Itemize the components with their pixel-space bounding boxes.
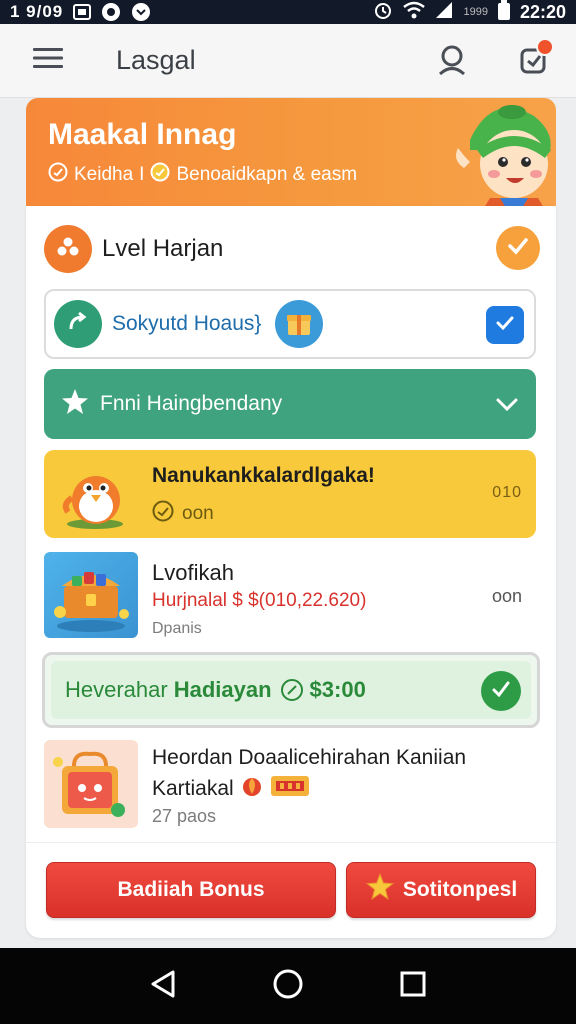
green-reward-text: Heverahar <box>65 677 168 702</box>
record-icon <box>101 2 121 22</box>
hero-subtitle: Keidha I Benoaidkapn & easm <box>48 162 357 188</box>
home-button[interactable] <box>258 956 318 1016</box>
status-bar: 1 9/09 1999 22:20 <box>0 0 576 24</box>
battery-label: 1999 <box>463 6 488 18</box>
treasure-chest-icon <box>44 552 138 638</box>
ticket-icon <box>270 774 310 804</box>
status-time-left: 1 9/09 <box>10 2 64 21</box>
level-badge <box>44 225 92 273</box>
hero-title: Maakal Innag <box>48 118 237 151</box>
sokyutd-checkbox[interactable] <box>486 306 524 344</box>
yellow-promo-sub-text: oon <box>182 503 214 524</box>
hero-sub-right: Benoaidkapn & easm <box>176 164 358 185</box>
arrow-swirl-icon <box>65 309 91 340</box>
fire-icon <box>240 774 264 804</box>
yellow-promo-sub: oon <box>152 500 214 528</box>
hen-item-title-line2: Kartiakal <box>152 774 310 804</box>
soti-button[interactable]: Sotitonpesl <box>346 862 536 918</box>
hero-sub-left: Keidha <box>74 164 134 185</box>
lvo-item-meta: Dpanis <box>152 620 202 637</box>
lvo-item-price: Hurjnalal $ $(010,22.620) <box>152 590 367 611</box>
star-icon <box>365 872 395 908</box>
divider <box>26 842 556 843</box>
signal-icon <box>435 1 453 24</box>
hamburger-menu-icon <box>33 47 63 74</box>
app-title: Lasgal <box>116 45 196 75</box>
chat-icon <box>131 2 151 22</box>
sokyutd-label: Sokyutd Hoaus} <box>112 312 262 335</box>
bonus-button-label: Badiiah Bonus <box>117 878 265 901</box>
notification-button[interactable] <box>510 36 560 86</box>
menu-button[interactable] <box>18 31 78 91</box>
back-button[interactable] <box>133 956 193 1016</box>
check-circle-yellow-icon <box>150 162 170 188</box>
fnni-row[interactable]: Fnni Haingbendany <box>44 369 536 439</box>
green-reward-amount: $3:00 <box>309 677 366 702</box>
hero-sub-separator: I <box>139 164 145 185</box>
lvo-item-side: oon <box>491 586 522 606</box>
lvo-item-row[interactable]: Lvofikah Hurjnalal $ $(010,22.620) Dpani… <box>44 552 536 642</box>
check-icon <box>489 677 513 706</box>
mascot-illustration <box>430 98 556 208</box>
lvo-item-title: Lvofikah <box>152 560 234 585</box>
gift-bag-icon <box>44 740 138 828</box>
battery-icon <box>497 0 510 25</box>
hen-item-title2-text: Kartiakal <box>152 777 234 800</box>
check-circle-icon <box>48 162 68 188</box>
chevron-down-icon[interactable] <box>494 391 520 422</box>
status-clock: 22:20 <box>519 1 566 22</box>
check-circle-icon <box>152 500 174 528</box>
yellow-promo-side: 010 <box>492 484 522 501</box>
star-icon <box>60 387 90 422</box>
hen-item-meta: 27 paos <box>152 806 217 826</box>
yellow-promo-title: Nanukankkalardlgaka! <box>152 464 375 487</box>
wifi-icon <box>403 1 426 24</box>
recents-square-icon <box>399 970 427 1003</box>
green-reward-inner: Heverahar Hadiayan $3:00 <box>51 661 531 719</box>
trefoil-icon <box>55 234 81 265</box>
gift-box-icon <box>275 300 324 348</box>
hen-item-row[interactable]: Heordan Doaalicehirahan Kaniian Kartiaka… <box>44 738 536 834</box>
check-icon <box>494 312 516 339</box>
green-reward-row[interactable]: Heverahar Hadiayan $3:00 <box>42 652 540 728</box>
back-triangle-icon <box>149 969 177 1004</box>
soti-button-label: Sotitonpesl <box>402 878 518 901</box>
green-reward-bold: Hadiayan <box>173 677 272 702</box>
yellow-promo-row[interactable]: Nanukankkalardlgaka! oon 010 <box>44 450 536 538</box>
recents-button[interactable] <box>383 956 443 1016</box>
profile-button[interactable] <box>426 38 478 84</box>
home-circle-icon <box>272 968 304 1005</box>
check-icon <box>506 234 530 263</box>
sokyutd-badge <box>54 300 102 348</box>
check-circle-icon <box>280 678 304 702</box>
app-bar: Lasgal <box>0 24 576 98</box>
screen-icon <box>73 4 92 20</box>
person-icon <box>436 43 468 80</box>
bird-mascot-icon <box>58 458 132 530</box>
sokyutd-row[interactable]: Sokyutd Hoaus} <box>44 289 536 359</box>
hero-banner: Maakal Innag Keidha I Benoaidkapn & easm <box>26 98 556 208</box>
level-row: Lvel Harjan <box>44 224 540 274</box>
green-reward-check-button[interactable] <box>481 671 521 711</box>
content-card: Lvel Harjan Sokyutd Hoaus} Fnni Haingben… <box>26 206 556 938</box>
notification-badge <box>536 38 554 56</box>
level-check-button[interactable] <box>496 226 540 270</box>
bonus-button[interactable]: Badiiah Bonus <box>46 862 336 918</box>
fnni-label: Fnni Haingbendany <box>100 392 283 415</box>
alarm-icon <box>373 0 393 25</box>
hen-item-title: Heordan Doaalicehirahan Kaniian <box>152 746 467 769</box>
system-nav-bar <box>0 948 576 1024</box>
level-label: Lvel Harjan <box>102 235 224 262</box>
